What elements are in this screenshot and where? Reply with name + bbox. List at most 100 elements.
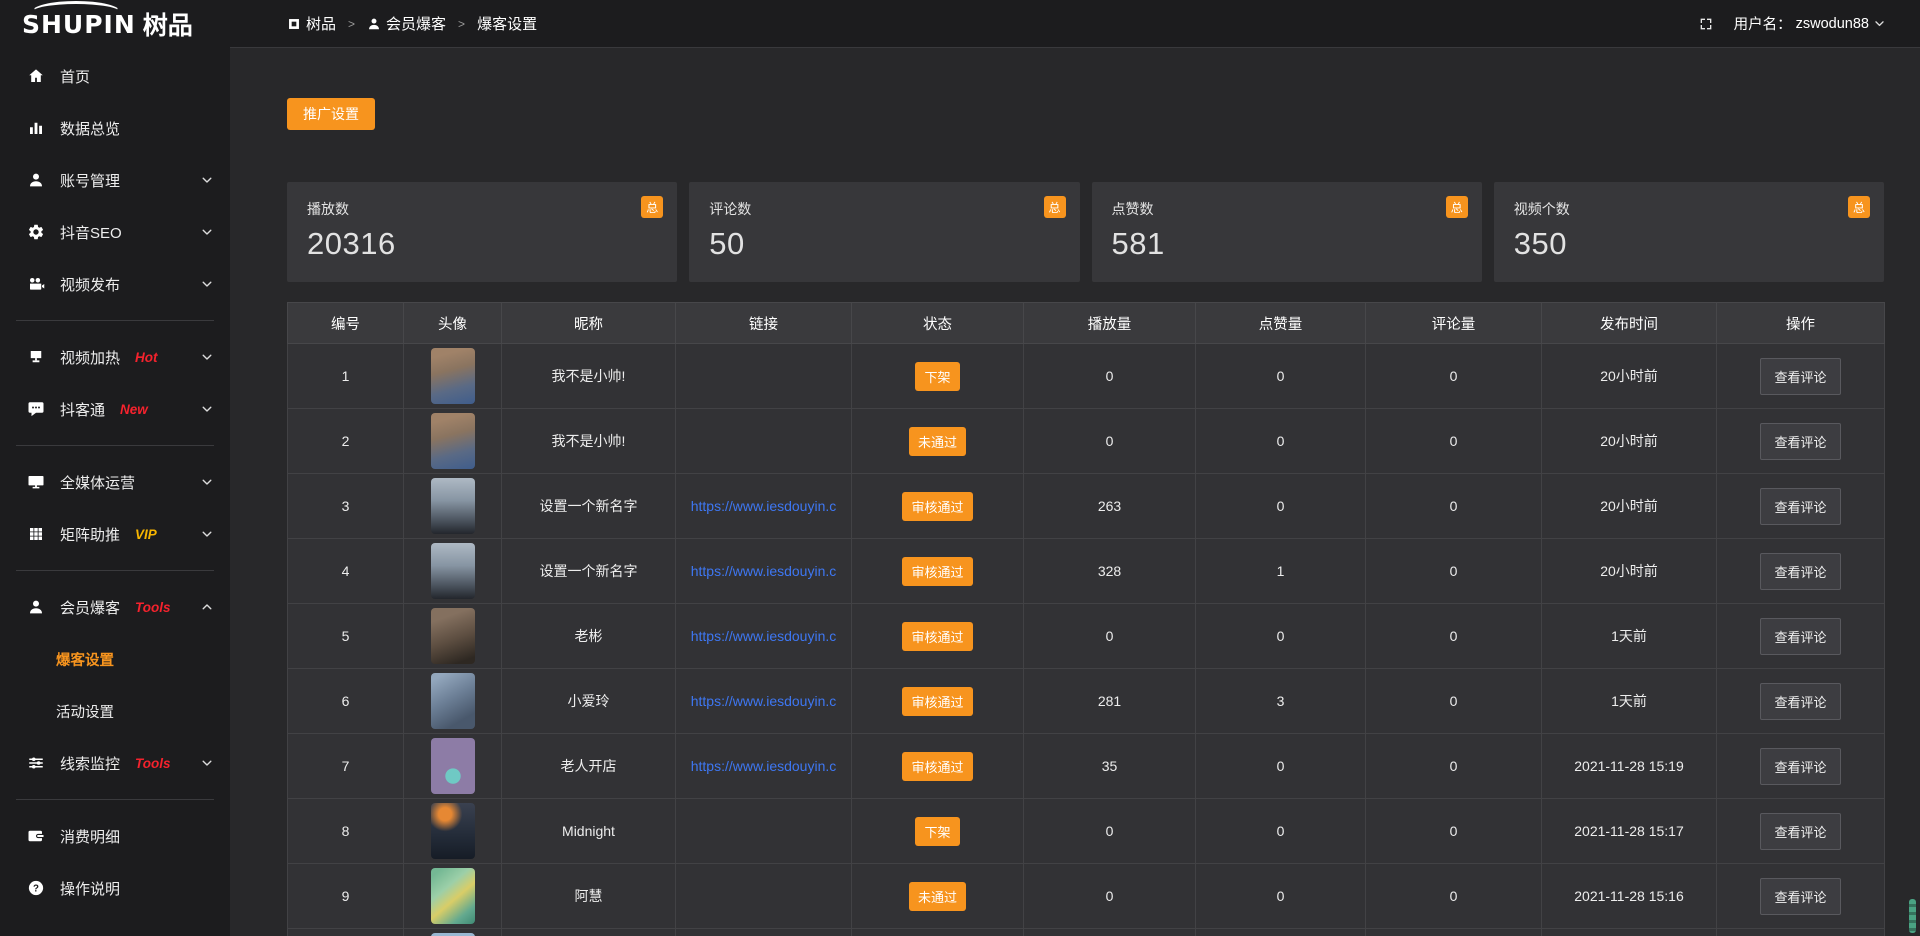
sidebar-item-tag: Tools	[135, 756, 171, 771]
topbar: 树品 > 会员爆客 > 爆客设置 用户名： zswodun88	[230, 0, 1920, 48]
sidebar-item-label: 抖客通	[60, 399, 105, 420]
cell-link: https://www.iesdouyin.c	[676, 669, 852, 734]
view-comments-button[interactable]: 查看评论	[1760, 423, 1840, 460]
sidebar-subitem-9-1[interactable]: 活动设置	[0, 685, 230, 737]
sidebar-item-1[interactable]: 数据总览	[0, 102, 230, 154]
video-link[interactable]: https://www.iesdouyin.c	[691, 563, 837, 579]
sidebar-item-2[interactable]: 账号管理	[0, 154, 230, 206]
status-badge[interactable]: 审核通过	[902, 687, 972, 716]
stat-card-label: 视频个数	[1514, 199, 1864, 219]
sidebar-item-10[interactable]: 线索监控Tools	[0, 737, 230, 789]
view-comments-button[interactable]: 查看评论	[1760, 878, 1840, 915]
breadcrumb: 树品 > 会员爆客 > 爆客设置	[287, 13, 537, 34]
cell-link	[676, 864, 852, 929]
cell-time: 20小时前	[1542, 539, 1717, 604]
user-menu[interactable]: 用户名： zswodun88	[1734, 13, 1886, 34]
column-header-3: 链接	[676, 303, 852, 344]
sidebar-item-3[interactable]: 抖音SEO	[0, 206, 230, 258]
stat-card-label: 点赞数	[1112, 199, 1462, 219]
breadcrumb-label: 爆客设置	[477, 13, 537, 34]
breadcrumb-item-member[interactable]: 会员爆客	[367, 13, 446, 34]
total-badge: 总	[1848, 196, 1870, 218]
breadcrumb-item-current: 爆客设置	[477, 13, 537, 34]
main-column: 树品 > 会员爆客 > 爆客设置 用户名： zswodun88	[230, 0, 1920, 936]
gear-icon	[27, 223, 45, 241]
cell-plays: 263	[1024, 474, 1196, 539]
status-badge[interactable]: 审核通过	[902, 622, 972, 651]
fullscreen-icon[interactable]	[1698, 16, 1714, 32]
table-row: 9阿慧未通过0002021-11-28 15:16查看评论	[288, 864, 1885, 929]
cell-avatar	[404, 669, 502, 734]
view-comments-button[interactable]: 查看评论	[1760, 813, 1840, 850]
total-badge: 总	[1044, 196, 1066, 218]
sidebar-item-9[interactable]: 会员爆客Tools	[0, 581, 230, 633]
table-row: 7老人开店https://www.iesdouyin.c审核通过35002021…	[288, 734, 1885, 799]
video-link[interactable]: https://www.iesdouyin.c	[691, 628, 837, 644]
column-header-6: 点赞量	[1196, 303, 1366, 344]
cell-comments	[1366, 929, 1542, 936]
video-link[interactable]: https://www.iesdouyin.c	[691, 758, 837, 774]
status-badge[interactable]: 下架	[915, 817, 959, 846]
view-comments-button[interactable]: 查看评论	[1760, 553, 1840, 590]
status-badge[interactable]: 审核通过	[902, 752, 972, 781]
sidebar: SHUPIN 树品 首页数据总览账号管理抖音SEO视频发布视频加热Hot抖客通N…	[0, 0, 230, 936]
table-header-row: 编号头像昵称链接状态播放量点赞量评论量发布时间操作	[288, 303, 1885, 344]
brand-logo[interactable]: SHUPIN 树品	[0, 0, 230, 48]
sidebar-item-label: 账号管理	[60, 170, 120, 191]
member-icon	[27, 598, 45, 616]
promo-settings-button[interactable]: 推广设置	[287, 98, 375, 130]
cell-avatar	[404, 929, 502, 936]
video-link[interactable]: https://www.iesdouyin.c	[691, 693, 837, 709]
cell-action: 查看评论	[1717, 409, 1885, 474]
avatar	[431, 413, 475, 469]
sidebar-item-12[interactable]: ?操作说明	[0, 862, 230, 914]
cell-plays: 35	[1024, 734, 1196, 799]
brand-logo-en: SHUPIN	[22, 10, 136, 39]
sidebar-item-0[interactable]: 首页	[0, 50, 230, 102]
chevron-down-icon	[200, 225, 214, 239]
status-badge[interactable]: 未通过	[909, 882, 966, 911]
avatar	[431, 348, 475, 404]
cell-time: 1天前	[1542, 604, 1717, 669]
cell-comments: 0	[1366, 539, 1542, 604]
status-badge[interactable]: 审核通过	[902, 557, 972, 586]
sidebar-item-5[interactable]: 视频加热Hot	[0, 331, 230, 383]
status-badge[interactable]: 审核通过	[902, 492, 972, 521]
table-row: 4设置一个新名字https://www.iesdouyin.c审核通过32810…	[288, 539, 1885, 604]
brand-logo-cn: 树品	[143, 6, 193, 42]
cell-nickname: 阿慧	[502, 864, 676, 929]
view-comments-button[interactable]: 查看评论	[1760, 618, 1840, 655]
sidebar-item-8[interactable]: 矩阵助推VIP	[0, 508, 230, 560]
cell-action: 查看评论	[1717, 539, 1885, 604]
cell-status: 审核通过	[852, 474, 1024, 539]
cell-link: https://www.iesdouyin.c	[676, 604, 852, 669]
view-comments-button[interactable]: 查看评论	[1760, 683, 1840, 720]
video-link[interactable]: https://www.iesdouyin.c	[691, 498, 837, 514]
view-comments-button[interactable]: 查看评论	[1760, 748, 1840, 785]
username: zswodun88	[1796, 16, 1869, 32]
breadcrumb-item-home[interactable]: 树品	[287, 13, 336, 34]
view-comments-button[interactable]: 查看评论	[1760, 488, 1840, 525]
cell-avatar	[404, 409, 502, 474]
chevron-down-icon	[200, 173, 214, 187]
scrollbar-thumb[interactable]	[1909, 899, 1916, 933]
cell-action: 查看评论	[1717, 474, 1885, 539]
sidebar-item-4[interactable]: 视频发布	[0, 258, 230, 310]
sidebar-subitem-9-0[interactable]: 爆客设置	[0, 633, 230, 685]
cell-nickname	[502, 929, 676, 936]
view-comments-button[interactable]: 查看评论	[1760, 358, 1840, 395]
stat-card-value: 350	[1514, 226, 1864, 262]
column-header-9: 操作	[1717, 303, 1885, 344]
column-header-0: 编号	[288, 303, 404, 344]
cell-action: 查看评论	[1717, 344, 1885, 409]
cell-id: 5	[288, 604, 404, 669]
status-badge[interactable]: 下架	[915, 362, 959, 391]
status-badge[interactable]: 未通过	[909, 427, 966, 456]
sidebar-item-11[interactable]: 消费明细	[0, 810, 230, 862]
cell-link: https://www.iesdouyin.c	[676, 539, 852, 604]
cell-action: 查看评论	[1717, 604, 1885, 669]
column-header-1: 头像	[404, 303, 502, 344]
table-row: 5老彬https://www.iesdouyin.c审核通过0001天前查看评论	[288, 604, 1885, 669]
sidebar-item-7[interactable]: 全媒体运营	[0, 456, 230, 508]
sidebar-item-6[interactable]: 抖客通New	[0, 383, 230, 435]
